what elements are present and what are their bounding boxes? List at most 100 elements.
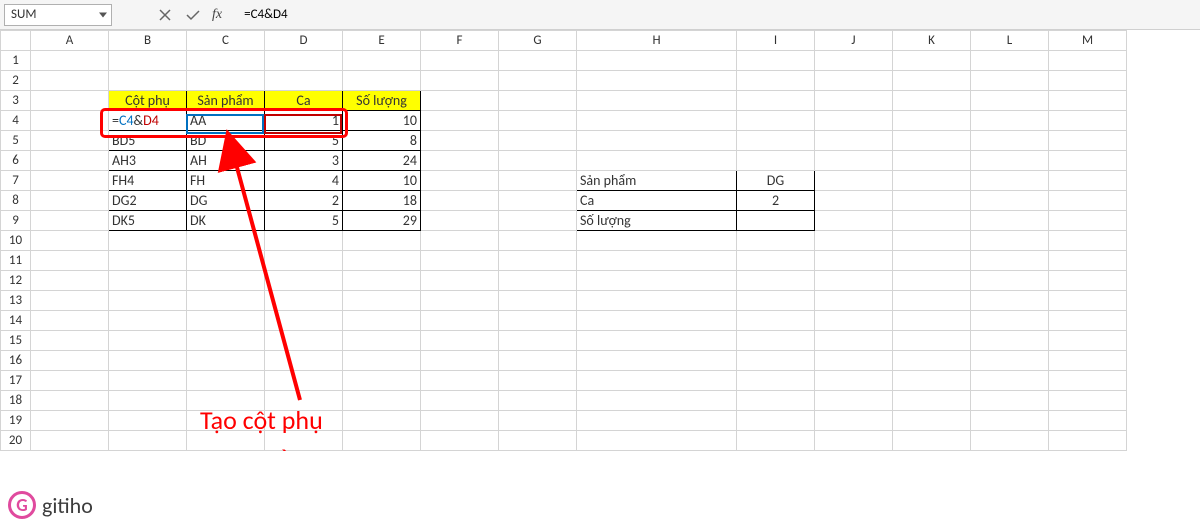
cell[interactable] — [893, 391, 971, 411]
cell[interactable] — [893, 111, 971, 131]
cell[interactable] — [343, 391, 421, 411]
cell[interactable]: BD5 — [109, 131, 187, 151]
cell[interactable] — [109, 251, 187, 271]
table-header[interactable]: Sản phẩm — [187, 91, 265, 111]
cell[interactable] — [737, 71, 815, 91]
cell[interactable] — [737, 131, 815, 151]
cell[interactable] — [1049, 271, 1127, 291]
cell[interactable] — [499, 91, 577, 111]
cell[interactable] — [577, 371, 737, 391]
cell[interactable] — [31, 191, 109, 211]
cell[interactable] — [1049, 371, 1127, 391]
cell[interactable] — [1049, 71, 1127, 91]
cell[interactable] — [893, 271, 971, 291]
row-header[interactable]: 13 — [1, 291, 31, 311]
cell[interactable] — [343, 231, 421, 251]
cell[interactable] — [31, 111, 109, 131]
cell[interactable] — [499, 171, 577, 191]
cell[interactable] — [971, 231, 1049, 251]
col-header[interactable]: H — [577, 31, 737, 51]
cell[interactable] — [815, 51, 893, 71]
cell[interactable] — [31, 251, 109, 271]
cell[interactable]: 1 — [265, 111, 343, 131]
cell[interactable] — [109, 291, 187, 311]
cell[interactable] — [577, 231, 737, 251]
cell[interactable] — [187, 271, 265, 291]
cell[interactable] — [971, 331, 1049, 351]
table-header[interactable]: Số lượng — [343, 91, 421, 111]
cell[interactable] — [893, 71, 971, 91]
cell[interactable] — [1049, 431, 1127, 451]
cell[interactable]: DG — [187, 191, 265, 211]
cell[interactable] — [815, 391, 893, 411]
cell[interactable] — [577, 111, 737, 131]
cell[interactable] — [109, 411, 187, 431]
col-header[interactable]: L — [971, 31, 1049, 51]
row-header[interactable]: 1 — [1, 51, 31, 71]
cell[interactable] — [499, 431, 577, 451]
col-header[interactable]: E — [343, 31, 421, 51]
lookup-label[interactable]: Số lượng — [577, 211, 737, 231]
cell[interactable] — [343, 431, 421, 451]
cell[interactable] — [109, 371, 187, 391]
cell[interactable] — [31, 151, 109, 171]
col-header[interactable]: A — [31, 31, 109, 51]
cell[interactable] — [737, 371, 815, 391]
cell[interactable]: FH — [187, 171, 265, 191]
cell[interactable] — [893, 411, 971, 431]
cell[interactable] — [893, 91, 971, 111]
cell[interactable] — [31, 171, 109, 191]
cell[interactable] — [737, 251, 815, 271]
row-header[interactable]: 4 — [1, 111, 31, 131]
lookup-value[interactable]: 2 — [737, 191, 815, 211]
cell[interactable] — [187, 371, 265, 391]
cell[interactable] — [1049, 171, 1127, 191]
cell[interactable] — [577, 271, 737, 291]
cell[interactable] — [109, 351, 187, 371]
cell[interactable] — [893, 431, 971, 451]
enter-formula-button[interactable] — [180, 4, 206, 26]
cell[interactable] — [893, 191, 971, 211]
cell[interactable] — [815, 331, 893, 351]
cell[interactable] — [421, 371, 499, 391]
cell[interactable] — [31, 71, 109, 91]
cell[interactable] — [893, 251, 971, 271]
cell[interactable] — [343, 251, 421, 271]
lookup-value[interactable]: DG — [737, 171, 815, 191]
cell[interactable] — [815, 171, 893, 191]
cell[interactable] — [971, 411, 1049, 431]
cell[interactable] — [815, 151, 893, 171]
spreadsheet-grid[interactable]: A B C D E F G H I J K L M 1 2 3 Cột phụ … — [0, 30, 1127, 451]
row-header[interactable]: 20 — [1, 431, 31, 451]
cell[interactable] — [815, 311, 893, 331]
cell[interactable] — [1049, 291, 1127, 311]
cell[interactable] — [577, 251, 737, 271]
cell[interactable] — [893, 131, 971, 151]
cell[interactable] — [737, 351, 815, 371]
cell[interactable] — [499, 371, 577, 391]
cell[interactable] — [109, 71, 187, 91]
cell[interactable] — [421, 151, 499, 171]
cell[interactable] — [577, 411, 737, 431]
cell[interactable]: DK — [187, 211, 265, 231]
cell[interactable] — [31, 91, 109, 111]
cell[interactable] — [815, 71, 893, 91]
row-header[interactable]: 10 — [1, 231, 31, 251]
cell-active-formula[interactable]: =C4&D4 — [109, 111, 187, 131]
cell[interactable] — [421, 91, 499, 111]
cell[interactable] — [499, 251, 577, 271]
cell[interactable] — [421, 171, 499, 191]
cell[interactable] — [893, 291, 971, 311]
row-header[interactable]: 15 — [1, 331, 31, 351]
cell[interactable] — [109, 431, 187, 451]
row-header[interactable]: 5 — [1, 131, 31, 151]
cell[interactable] — [499, 231, 577, 251]
cell[interactable] — [499, 291, 577, 311]
cell[interactable] — [1049, 131, 1127, 151]
cell[interactable] — [971, 171, 1049, 191]
cell[interactable] — [265, 251, 343, 271]
cell[interactable] — [421, 251, 499, 271]
cell[interactable]: 5 — [265, 131, 343, 151]
cell[interactable] — [343, 271, 421, 291]
cell[interactable] — [421, 51, 499, 71]
